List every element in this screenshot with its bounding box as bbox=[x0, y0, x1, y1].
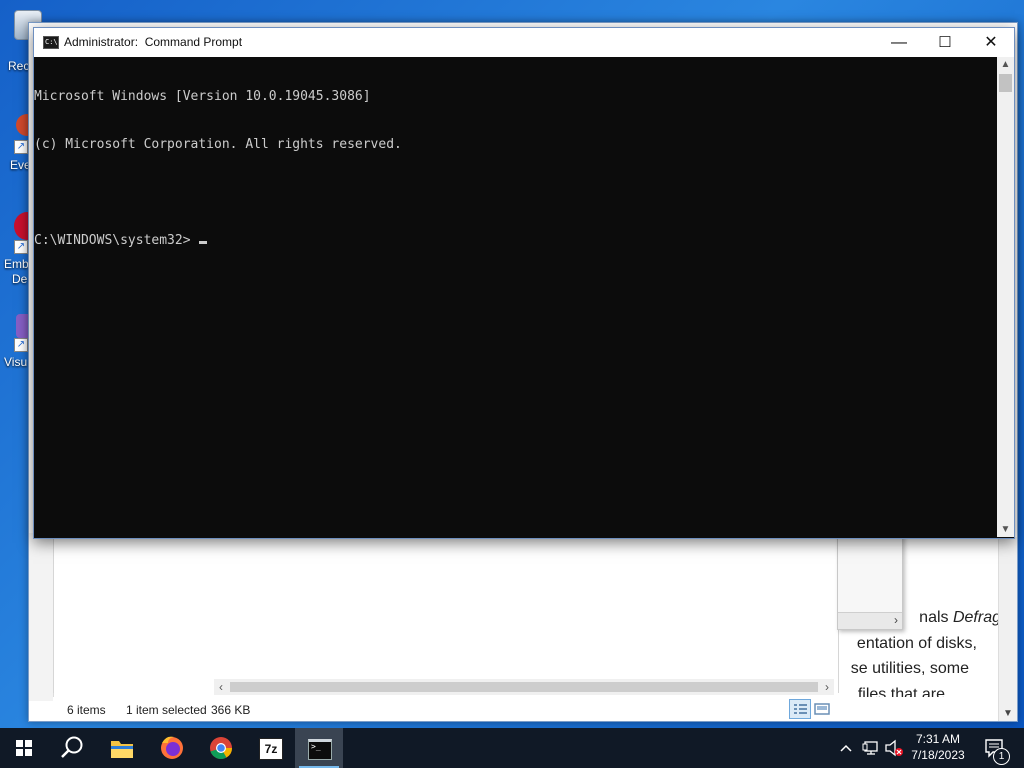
chevron-right-icon[interactable]: › bbox=[894, 613, 898, 627]
preview-text-emphasis: Defrag bbox=[952, 609, 1001, 626]
console-prompt-line[interactable]: C:\WINDOWS\system32> bbox=[34, 233, 996, 249]
large-icons-view-icon bbox=[814, 703, 830, 715]
cmd-icon: >_ bbox=[308, 739, 332, 760]
minimize-button[interactable]: — bbox=[876, 28, 922, 57]
taskbar-firefox[interactable] bbox=[148, 728, 196, 768]
taskbar-7zip[interactable]: 7z bbox=[246, 728, 294, 768]
title-bar[interactable]: C:\ Administrator: Command Prompt — ☐ ✕ bbox=[34, 28, 1014, 57]
details-view-icon bbox=[794, 704, 807, 714]
taskbar: 7z >_ 7:31 AM 7/18/2023 1 bbox=[0, 728, 1024, 768]
scroll-left-icon[interactable]: ‹ bbox=[214, 679, 228, 695]
preview-text-line: nals Defrag bbox=[919, 609, 1001, 626]
7zip-icon: 7z bbox=[259, 738, 283, 760]
large-icons-view-button[interactable] bbox=[811, 699, 833, 719]
taskbar-command-prompt[interactable]: >_ bbox=[295, 728, 343, 768]
system-tray bbox=[836, 728, 908, 768]
file-list-horizontal-scrollbar[interactable]: ‹ › bbox=[214, 679, 834, 695]
status-item-count: 6 items bbox=[67, 703, 106, 717]
console-vertical-scrollbar[interactable]: ▲ ▼ bbox=[997, 57, 1014, 537]
maximize-button[interactable]: ☐ bbox=[922, 28, 968, 57]
shortcut-arrow-icon: ↗ bbox=[14, 338, 28, 352]
shortcut-arrow-icon: ↗ bbox=[14, 140, 28, 154]
preview-vertical-scrollbar[interactable]: ▼ bbox=[998, 537, 1017, 721]
clock[interactable]: 7:31 AM 7/18/2023 bbox=[908, 731, 968, 763]
navigation-pane[interactable] bbox=[29, 533, 54, 701]
7zip-label: 7z bbox=[264, 742, 278, 756]
folder-icon bbox=[111, 741, 133, 758]
status-bar: 6 items 1 item selected 366 KB bbox=[53, 697, 993, 721]
start-button[interactable] bbox=[0, 728, 48, 768]
scroll-up-icon[interactable]: ▲ bbox=[997, 59, 1014, 70]
search-button[interactable] bbox=[48, 728, 96, 768]
popup-horizontal-scrollbar[interactable]: › bbox=[838, 612, 902, 629]
action-center-button[interactable]: 1 bbox=[978, 728, 1018, 768]
scroll-down-icon[interactable]: ▼ bbox=[997, 524, 1014, 535]
status-selected-count: 1 item selected bbox=[126, 703, 207, 717]
taskbar-chrome[interactable] bbox=[197, 728, 245, 768]
clock-time: 7:31 AM bbox=[915, 732, 961, 746]
shortcut-arrow-icon: ↗ bbox=[14, 240, 28, 254]
console-line: Microsoft Windows [Version 10.0.19045.30… bbox=[34, 89, 371, 104]
scrollbar-thumb[interactable] bbox=[230, 682, 818, 692]
preview-text-line: entation of disks, bbox=[856, 635, 977, 652]
console-line: (c) Microsoft Corporation. All rights re… bbox=[34, 137, 402, 152]
preview-text-line: se utilities, some bbox=[850, 660, 969, 677]
dropdown-popup[interactable]: › bbox=[837, 533, 903, 630]
windows-start-icon bbox=[16, 740, 32, 756]
search-icon bbox=[61, 736, 83, 758]
clock-date: 7/18/2023 bbox=[911, 748, 965, 762]
volume-muted-icon[interactable] bbox=[884, 739, 904, 757]
chrome-icon bbox=[210, 737, 232, 760]
console-prompt: C:\WINDOWS\system32> bbox=[34, 233, 191, 248]
firefox-icon bbox=[161, 736, 183, 759]
window-title: Administrator: Command Prompt bbox=[64, 35, 243, 49]
network-icon[interactable] bbox=[862, 740, 880, 756]
chevron-up-icon[interactable] bbox=[838, 740, 854, 756]
desktop-icon-label-line2: De bbox=[12, 272, 28, 286]
console-output[interactable]: Microsoft Windows [Version 10.0.19045.30… bbox=[34, 57, 996, 537]
scroll-down-icon[interactable]: ▼ bbox=[999, 708, 1017, 719]
desktop-icon-label: Rec bbox=[8, 59, 30, 73]
close-button[interactable]: ✕ bbox=[968, 28, 1014, 57]
taskbar-file-explorer[interactable] bbox=[98, 728, 146, 768]
desktop-icon-label: Emb bbox=[4, 257, 29, 271]
cmd-icon: C:\ bbox=[43, 36, 59, 49]
details-view-button[interactable] bbox=[789, 699, 811, 719]
notification-badge: 1 bbox=[993, 748, 1010, 765]
desktop-icon-label: Visu bbox=[4, 355, 28, 369]
text-cursor bbox=[199, 241, 208, 244]
status-selected-size: 366 KB bbox=[211, 703, 251, 717]
command-prompt-window[interactable]: C:\ Administrator: Command Prompt — ☐ ✕ … bbox=[33, 27, 1015, 539]
scrollbar-thumb[interactable] bbox=[999, 74, 1012, 92]
file-list[interactable] bbox=[53, 533, 839, 693]
scroll-right-icon[interactable]: › bbox=[820, 679, 834, 695]
desktop: Rec ↗ Eve ↗ Emb De ↗ Visu nals Defrag en… bbox=[0, 0, 1024, 728]
